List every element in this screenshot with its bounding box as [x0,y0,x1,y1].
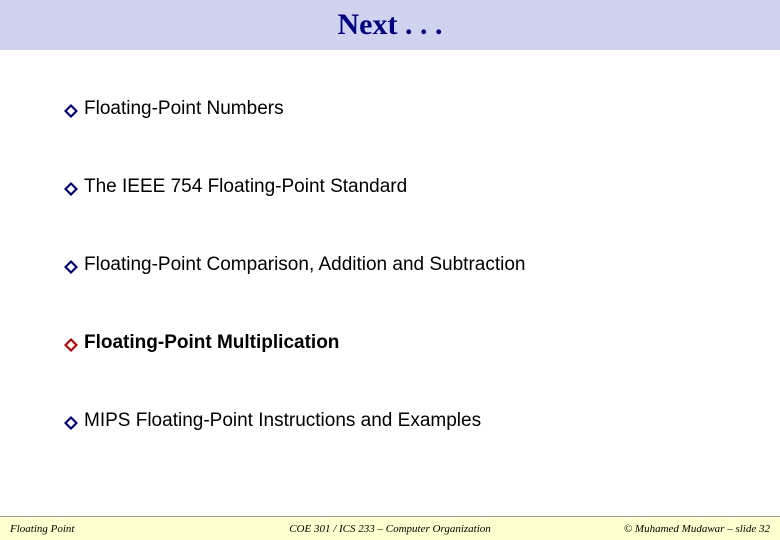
bullet-text: The IEEE 754 Floating-Point Standard [84,176,407,198]
bullet-item: MIPS Floating-Point Instructions and Exa… [64,410,760,432]
bullet-item: Floating-Point Numbers [64,98,760,120]
content-area: Floating-Point Numbers The IEEE 754 Floa… [0,54,780,508]
footer-left: Floating Point [10,523,263,535]
footer-center: COE 301 / ICS 233 – Computer Organizatio… [263,523,516,535]
bullet-text: MIPS Floating-Point Instructions and Exa… [84,410,481,432]
diamond-bullet-icon [64,258,78,280]
diamond-bullet-icon [64,180,78,202]
bullet-item: Floating-Point Comparison, Addition and … [64,254,760,276]
diamond-bullet-icon [64,414,78,436]
bullet-item: The IEEE 754 Floating-Point Standard [64,176,760,198]
bullet-text: Floating-Point Multiplication [84,332,339,354]
footer-right: © Muhamed Mudawar – slide 32 [517,523,770,535]
slide-title: Next . . . [338,8,443,42]
footer: Floating Point COE 301 / ICS 233 – Compu… [0,516,780,540]
bullet-item-current: Floating-Point Multiplication [64,332,760,354]
title-bar: Next . . . [0,0,780,54]
bullet-text: Floating-Point Comparison, Addition and … [84,254,525,276]
diamond-bullet-icon [64,102,78,124]
diamond-bullet-icon [64,336,78,358]
bullet-text: Floating-Point Numbers [84,98,284,120]
